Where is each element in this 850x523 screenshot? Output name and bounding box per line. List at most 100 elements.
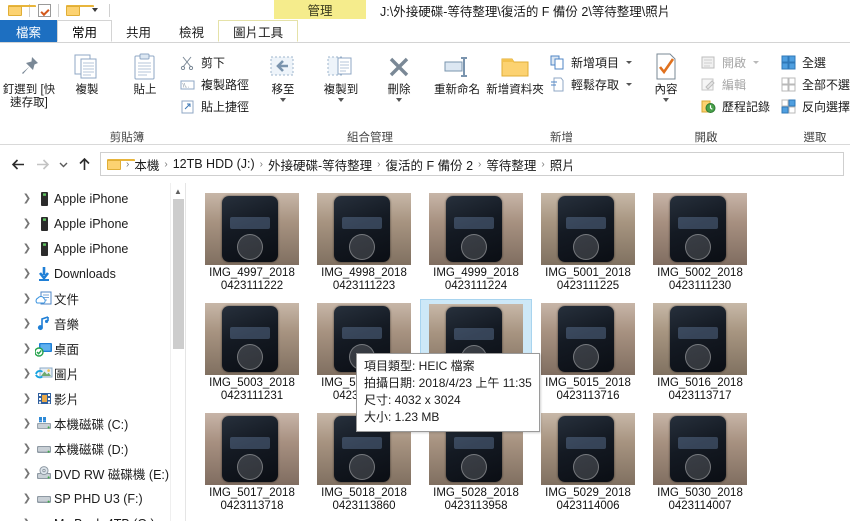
history-button[interactable]: 歷程記錄: [695, 95, 775, 117]
nav-item-4[interactable]: ❯ 文件: [0, 286, 185, 311]
open-button[interactable]: 開啟: [695, 51, 775, 73]
rename-button[interactable]: 重新命名: [428, 47, 486, 97]
chevron-right-icon[interactable]: ❯: [20, 443, 34, 454]
file-item[interactable]: IMG_5003_2018 0423111231: [196, 299, 308, 409]
qat-properties-button[interactable]: [33, 1, 55, 19]
paste-button[interactable]: 貼上: [116, 47, 174, 97]
copy-path-button[interactable]: \\.. 複製路徑: [174, 73, 254, 95]
chevron-down-icon[interactable]: [626, 82, 633, 86]
chevron-right-icon[interactable]: ❯: [20, 293, 34, 304]
nav-item-10[interactable]: ❯ 本機磁碟 (D:): [0, 436, 185, 461]
chevron-right-icon[interactable]: ❯: [20, 493, 34, 504]
breadcrumb-item-5[interactable]: 照片: [547, 155, 578, 174]
new-item-button[interactable]: 新增項目: [544, 51, 637, 73]
ribbon-group-organize-label: 組合管理: [347, 131, 394, 144]
file-item[interactable]: IMG_5029_2018 0423114006: [532, 409, 644, 519]
chevron-right-icon[interactable]: ❯: [20, 343, 34, 354]
delete-button[interactable]: 刪除: [370, 47, 428, 102]
file-item[interactable]: IMG_4999_2018 0423111224: [420, 189, 532, 299]
file-name: IMG_5018_2018 0423113860: [310, 487, 418, 513]
up-button[interactable]: [72, 152, 96, 176]
breadcrumb-item-2[interactable]: 外接硬碟-等待整理: [265, 155, 375, 174]
qat-new-folder-button[interactable]: [4, 1, 36, 19]
chevron-down-icon[interactable]: [280, 98, 287, 102]
file-item[interactable]: IMG_5017_2018 0423113718: [196, 409, 308, 519]
breadcrumb-item-0[interactable]: 本機: [131, 155, 162, 174]
file-item[interactable]: IMG_4998_2018 0423111223: [308, 189, 420, 299]
file-name-line1: IMG_5018_2018: [321, 487, 407, 499]
file-list-view[interactable]: IMG_4997_2018 0423111222 IMG_4998_2018 0423…: [190, 183, 850, 521]
select-all-button[interactable]: 全選: [775, 51, 850, 73]
chevron-right-icon[interactable]: ❯: [20, 518, 34, 521]
scrollbar-thumb[interactable]: [173, 199, 184, 349]
pin-to-quick-access-button[interactable]: 釘選到 [快速存取]: [0, 47, 58, 110]
file-name: IMG_5001_2018 0423111225: [534, 267, 642, 293]
chevron-right-icon[interactable]: ❯: [20, 468, 34, 479]
back-button[interactable]: [6, 152, 30, 176]
nav-item-0[interactable]: ❯ Apple iPhone: [0, 186, 185, 211]
breadcrumb-item-1[interactable]: 12TB HDD (J:): [170, 157, 258, 171]
chevron-right-icon[interactable]: ❯: [20, 193, 34, 204]
qat-folder-button[interactable]: [62, 1, 94, 19]
nav-item-2[interactable]: ❯ Apple iPhone: [0, 236, 185, 261]
nav-pane-scrollbar[interactable]: ▲: [170, 183, 185, 521]
file-item[interactable]: IMG_5002_2018 0423111230: [644, 189, 756, 299]
nav-item-6[interactable]: ❯ 桌面: [0, 336, 185, 361]
nav-item-5[interactable]: ❯ 音樂: [0, 311, 185, 336]
address-input[interactable]: › 本機 › 12TB HDD (J:) › 外接硬碟-等待整理 › 復活的 F…: [100, 152, 844, 176]
tab-picture-tools[interactable]: 圖片工具: [218, 20, 299, 42]
invert-selection-button[interactable]: 反向選擇: [775, 95, 850, 117]
edit-button[interactable]: 編輯: [695, 73, 775, 95]
file-thumbnail: [541, 413, 635, 485]
file-item[interactable]: IMG_5033_20180423114032: [420, 519, 532, 521]
breadcrumb-item-4[interactable]: 等待整理: [483, 155, 539, 174]
nav-item-7[interactable]: ❯ 圖片: [0, 361, 185, 386]
qat-customize-button[interactable]: [84, 1, 106, 19]
forward-button[interactable]: [30, 152, 54, 176]
file-item[interactable]: IMG_5030_2018 0423114007: [644, 409, 756, 519]
chevron-right-icon[interactable]: ❯: [20, 268, 34, 279]
properties-button[interactable]: 內容: [637, 47, 695, 102]
chevron-down-icon[interactable]: [338, 98, 345, 102]
move-to-button[interactable]: 移至: [254, 47, 312, 102]
ribbon-group-open: 內容 開啟 編輯 歷程記錄 開啟: [637, 43, 775, 144]
nav-item-11[interactable]: ❯ DVD RW 磁碟機 (E:): [0, 461, 185, 486]
chevron-right-icon[interactable]: ❯: [20, 318, 34, 329]
arrow-left-icon: [11, 158, 24, 170]
chevron-right-icon[interactable]: ❯: [20, 243, 34, 254]
recent-locations-button[interactable]: [54, 152, 72, 176]
copy-to-button[interactable]: 複製到: [312, 47, 370, 102]
tab-share[interactable]: 共用: [112, 20, 165, 42]
nav-item-8[interactable]: ❯ 影片: [0, 386, 185, 411]
copy-button[interactable]: 複製: [58, 47, 116, 97]
file-item[interactable]: IMG_5015_2018 0423113716: [532, 299, 644, 409]
chevron-down-icon[interactable]: [626, 60, 633, 64]
chevron-right-icon[interactable]: ❯: [20, 218, 34, 229]
chevron-right-icon[interactable]: ❯: [20, 393, 34, 404]
chevron-right-icon[interactable]: ❯: [20, 368, 34, 379]
chevron-down-icon[interactable]: [663, 98, 670, 102]
breadcrumb-item-3[interactable]: 復活的 F 備份 2: [383, 155, 477, 174]
easy-access-button[interactable]: 輕鬆存取: [544, 73, 637, 95]
nav-item-1[interactable]: ❯ Apple iPhone: [0, 211, 185, 236]
chevron-down-icon[interactable]: [753, 60, 760, 64]
file-item[interactable]: IMG_5031_20180423114021: [196, 519, 308, 521]
nav-item-12[interactable]: ❯ SP PHD U3 (F:): [0, 486, 185, 511]
cut-button[interactable]: 剪下: [174, 51, 254, 73]
tab-file[interactable]: 檔案: [0, 20, 58, 42]
file-item[interactable]: IMG_4997_2018 0423111222: [196, 189, 308, 299]
nav-item-9[interactable]: ❯ 本機磁碟 (C:): [0, 411, 185, 436]
new-folder-button[interactable]: 新增資料夾: [486, 47, 544, 97]
tab-home[interactable]: 常用: [57, 20, 113, 42]
chevron-up-icon[interactable]: ▲: [171, 183, 185, 199]
chevron-right-icon[interactable]: ❯: [20, 418, 34, 429]
nav-item-3[interactable]: ❯ Downloads: [0, 261, 185, 286]
paste-shortcut-button[interactable]: 貼上捷徑: [174, 95, 254, 117]
tab-view[interactable]: 檢視: [165, 20, 218, 42]
chevron-down-icon[interactable]: [396, 98, 403, 102]
file-item[interactable]: IMG_5032_20180423114023: [308, 519, 420, 521]
file-item[interactable]: IMG_5001_2018 0423111225: [532, 189, 644, 299]
file-item[interactable]: IMG_5016_2018 0423113717: [644, 299, 756, 409]
nav-item-13[interactable]: ❯ My Book-4TB (G:): [0, 511, 185, 521]
select-none-button[interactable]: 全部不選: [775, 73, 850, 95]
